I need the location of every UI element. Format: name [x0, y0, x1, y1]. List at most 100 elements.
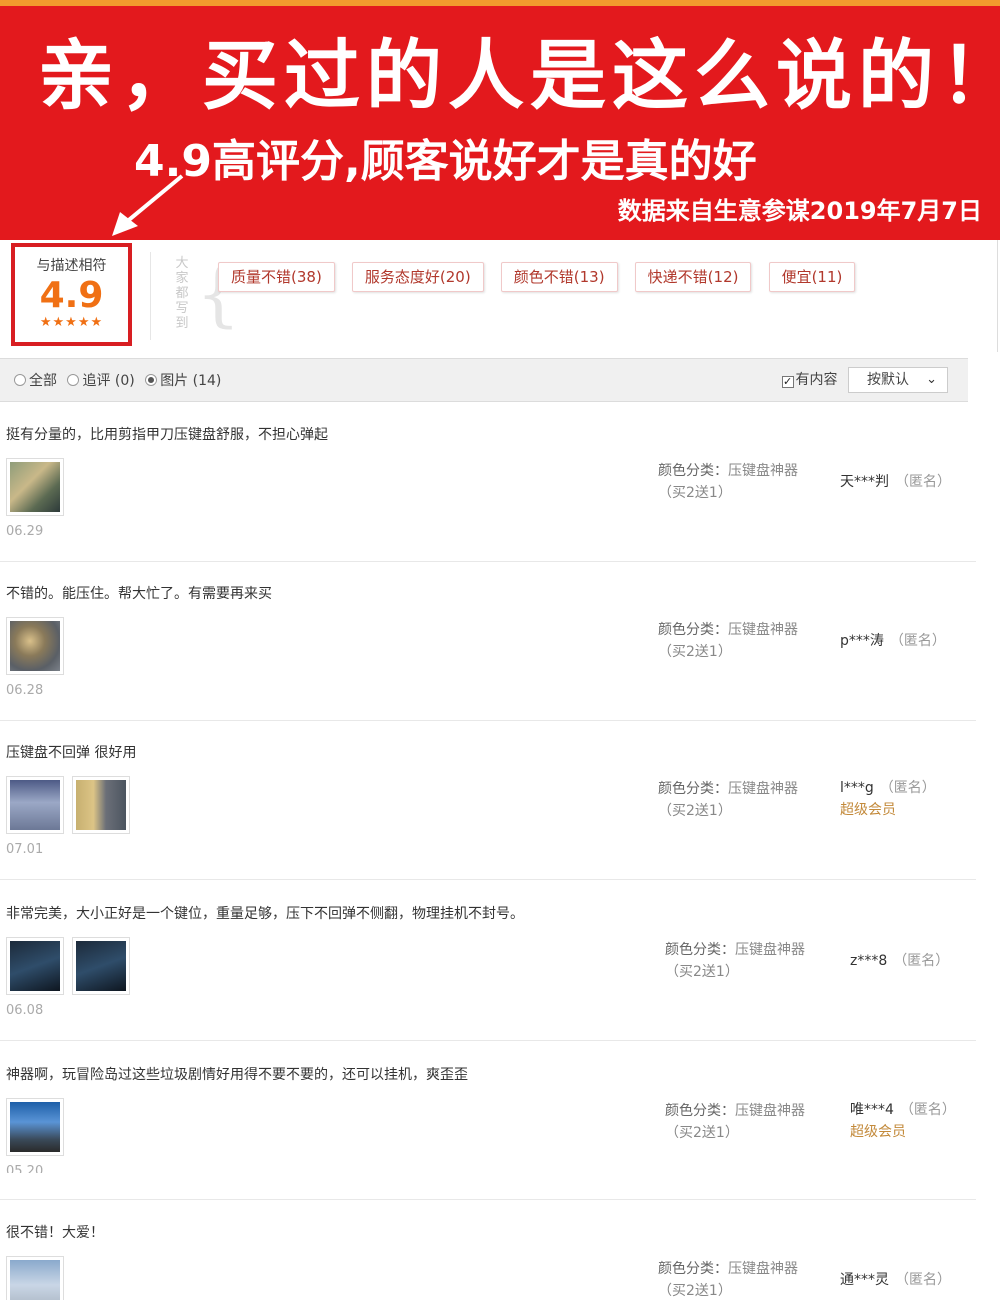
review-date: 07.01	[6, 842, 44, 857]
review-photos	[6, 458, 72, 516]
review-sku: 颜色分类：压键盘神器 （买2送1）	[665, 939, 805, 983]
impression-tags: 质量不错(38) 服务态度好(20) 颜色不错(13) 快递不错(12) 便宜(…	[218, 262, 867, 292]
reviewer-name: p***涛	[840, 633, 884, 649]
score-value: 4.9	[39, 275, 104, 316]
vip-badge: 超级会员	[840, 802, 896, 818]
reviewer: z***8 （匿名）	[850, 951, 949, 971]
sku-key: 颜色分类：	[665, 942, 735, 958]
review-photo-thumbnail[interactable]	[6, 1256, 64, 1300]
review-filter-bar: 全部 追评 (0) 图片 (14) ✓ 有内容 按默认 ⌄	[0, 358, 968, 402]
review-sku: 颜色分类：压键盘神器 （买2送1）	[658, 460, 798, 504]
anonymous-badge: （匿名）	[899, 1102, 956, 1118]
sort-dropdown-value: 按默认	[867, 372, 909, 388]
review-photos	[6, 776, 138, 834]
review-item: 神器啊，玩冒险岛过这些垃圾剧情好用得不要不要的，还可以挂机，爽歪歪 05.20 …	[0, 1042, 976, 1200]
review-photos	[6, 617, 72, 675]
sku-key: 颜色分类：	[658, 463, 728, 479]
review-text: 神器啊，玩冒险岛过这些垃圾剧情好用得不要不要的，还可以挂机，爽歪歪	[6, 1067, 468, 1083]
reviewer-name: 通***灵	[840, 1272, 889, 1288]
review-photos	[6, 1098, 72, 1156]
review-item: 非常完美，大小正好是一个键位，重量足够，压下不回弹不侧翻，物理挂机不封号。 06…	[0, 881, 976, 1041]
sku-extra: （买2送1）	[658, 485, 732, 501]
banner-subline: 4.9高评分,顾客说好才是真的好	[134, 136, 757, 187]
review-item: 压键盘不回弹 很好用 07.01 颜色分类：压键盘神器 （买2送1） l***g…	[0, 720, 976, 880]
promo-banner: 亲，买过的人是这么说的！ 4.9高评分,顾客说好才是真的好 数据来自生意参谋20…	[0, 0, 1000, 240]
review-photo-thumbnail[interactable]	[72, 937, 130, 995]
filter-followup-label: 追评 (0)	[82, 373, 135, 389]
reviewer: p***涛 （匿名）	[840, 631, 946, 651]
sku-value: 压键盘神器	[728, 622, 798, 638]
banner-data-source: 数据来自生意参谋2019年7月7日	[617, 197, 982, 225]
review-sku: 颜色分类：压键盘神器 （买2送1）	[658, 619, 798, 663]
review-sku: 颜色分类：压键盘神器 （买2送1）	[665, 1100, 805, 1144]
filter-all-label: 全部	[29, 373, 57, 389]
score-box: 与描述相符 4.9 ★★★★★	[11, 243, 132, 346]
review-text: 非常完美，大小正好是一个键位，重量足够，压下不回弹不侧翻，物理挂机不封号。	[6, 906, 524, 922]
tag-delivery[interactable]: 快递不错(12)	[634, 262, 752, 292]
sku-extra: （买2送1）	[658, 803, 732, 819]
review-photo-thumbnail[interactable]	[6, 937, 64, 995]
review-item: 不错的。能压住。帮大忙了。有需要再来买 06.28 颜色分类：压键盘神器 （买2…	[0, 561, 976, 721]
rating-summary: 与描述相符 4.9 ★★★★★ 大家都写到 { 质量不错(38) 服务态度好(2…	[0, 240, 998, 352]
sku-key: 颜色分类：	[658, 622, 728, 638]
sku-value: 压键盘神器	[735, 1103, 805, 1119]
sku-value: 压键盘神器	[728, 781, 798, 797]
review-sku: 颜色分类：压键盘神器 （买2送1）	[658, 778, 798, 822]
anonymous-badge: （匿名）	[879, 780, 936, 796]
tags-caption: 大家都写到	[175, 256, 189, 331]
filter-right: ✓ 有内容 按默认 ⌄	[781, 367, 948, 393]
filter-pictures-label: 图片 (14)	[160, 373, 222, 389]
review-text: 挺有分量的，比用剪指甲刀压键盘舒服，不担心弹起	[6, 427, 328, 443]
arrow-icon	[112, 174, 184, 236]
review-item: 很不错！大爱！ 颜色分类：压键盘神器 （买2送1） 通***灵 （匿名）	[0, 1200, 976, 1300]
review-photo-thumbnail[interactable]	[6, 617, 64, 675]
chevron-down-icon: ⌄	[926, 372, 937, 387]
review-date: 06.29	[6, 524, 44, 539]
checkbox-checked-icon[interactable]: ✓	[781, 376, 794, 388]
tag-price[interactable]: 便宜(11)	[768, 262, 856, 292]
review-photos	[6, 937, 138, 995]
review-photo-thumbnail[interactable]	[6, 776, 64, 834]
banner-top-stripe	[0, 0, 1000, 6]
score-label: 与描述相符	[36, 258, 107, 274]
filter-followup[interactable]: 追评 (0)	[67, 373, 135, 389]
filter-all[interactable]: 全部	[14, 373, 57, 389]
review-item: 挺有分量的，比用剪指甲刀压键盘舒服，不担心弹起 06.29 颜色分类：压键盘神器…	[0, 402, 976, 562]
radio-checked-icon[interactable]	[145, 374, 158, 386]
reviewer: 天***判 （匿名）	[840, 472, 951, 492]
review-photo-thumbnail[interactable]	[6, 1098, 64, 1156]
sku-key: 颜色分类：	[665, 1103, 735, 1119]
reviewer: 唯***4 （匿名） 超级会员	[850, 1100, 956, 1142]
review-photo-thumbnail[interactable]	[6, 458, 64, 516]
review-photos	[6, 1256, 72, 1300]
sku-value: 压键盘神器	[728, 1261, 798, 1277]
filter-options: 全部 追评 (0) 图片 (14)	[14, 371, 227, 391]
has-content-toggle[interactable]: ✓ 有内容	[781, 372, 838, 388]
reviewer-name: l***g	[840, 780, 874, 796]
anonymous-badge: （匿名）	[895, 1272, 951, 1288]
vip-badge: 超级会员	[850, 1124, 906, 1140]
review-sku: 颜色分类：压键盘神器 （买2送1）	[658, 1258, 798, 1300]
anonymous-badge: （匿名）	[889, 633, 946, 649]
review-date: 06.28	[6, 683, 44, 698]
tag-quality[interactable]: 质量不错(38)	[218, 262, 335, 292]
review-photo-thumbnail[interactable]	[72, 776, 130, 834]
has-content-label: 有内容	[795, 372, 838, 388]
tag-color[interactable]: 颜色不错(13)	[500, 262, 618, 292]
star-rating-icon: ★★★★★	[39, 315, 104, 330]
filter-pictures[interactable]: 图片 (14)	[145, 373, 221, 389]
sku-key: 颜色分类：	[658, 781, 728, 797]
radio-icon[interactable]	[67, 374, 80, 386]
sku-extra: （买2送1）	[665, 1125, 739, 1141]
anonymous-badge: （匿名）	[895, 474, 951, 490]
sku-value: 压键盘神器	[735, 942, 805, 958]
tag-service[interactable]: 服务态度好(20)	[351, 262, 484, 292]
review-text: 压键盘不回弹 很好用	[6, 745, 137, 761]
reviewer: 通***灵 （匿名）	[840, 1270, 951, 1290]
sku-extra: （买2送1）	[658, 644, 732, 660]
reviewer: l***g （匿名） 超级会员	[840, 778, 936, 820]
sort-dropdown[interactable]: 按默认 ⌄	[848, 367, 948, 393]
review-date: 06.08	[6, 1003, 44, 1018]
radio-icon[interactable]	[14, 374, 26, 386]
review-text: 很不错！大爱！	[6, 1225, 104, 1241]
